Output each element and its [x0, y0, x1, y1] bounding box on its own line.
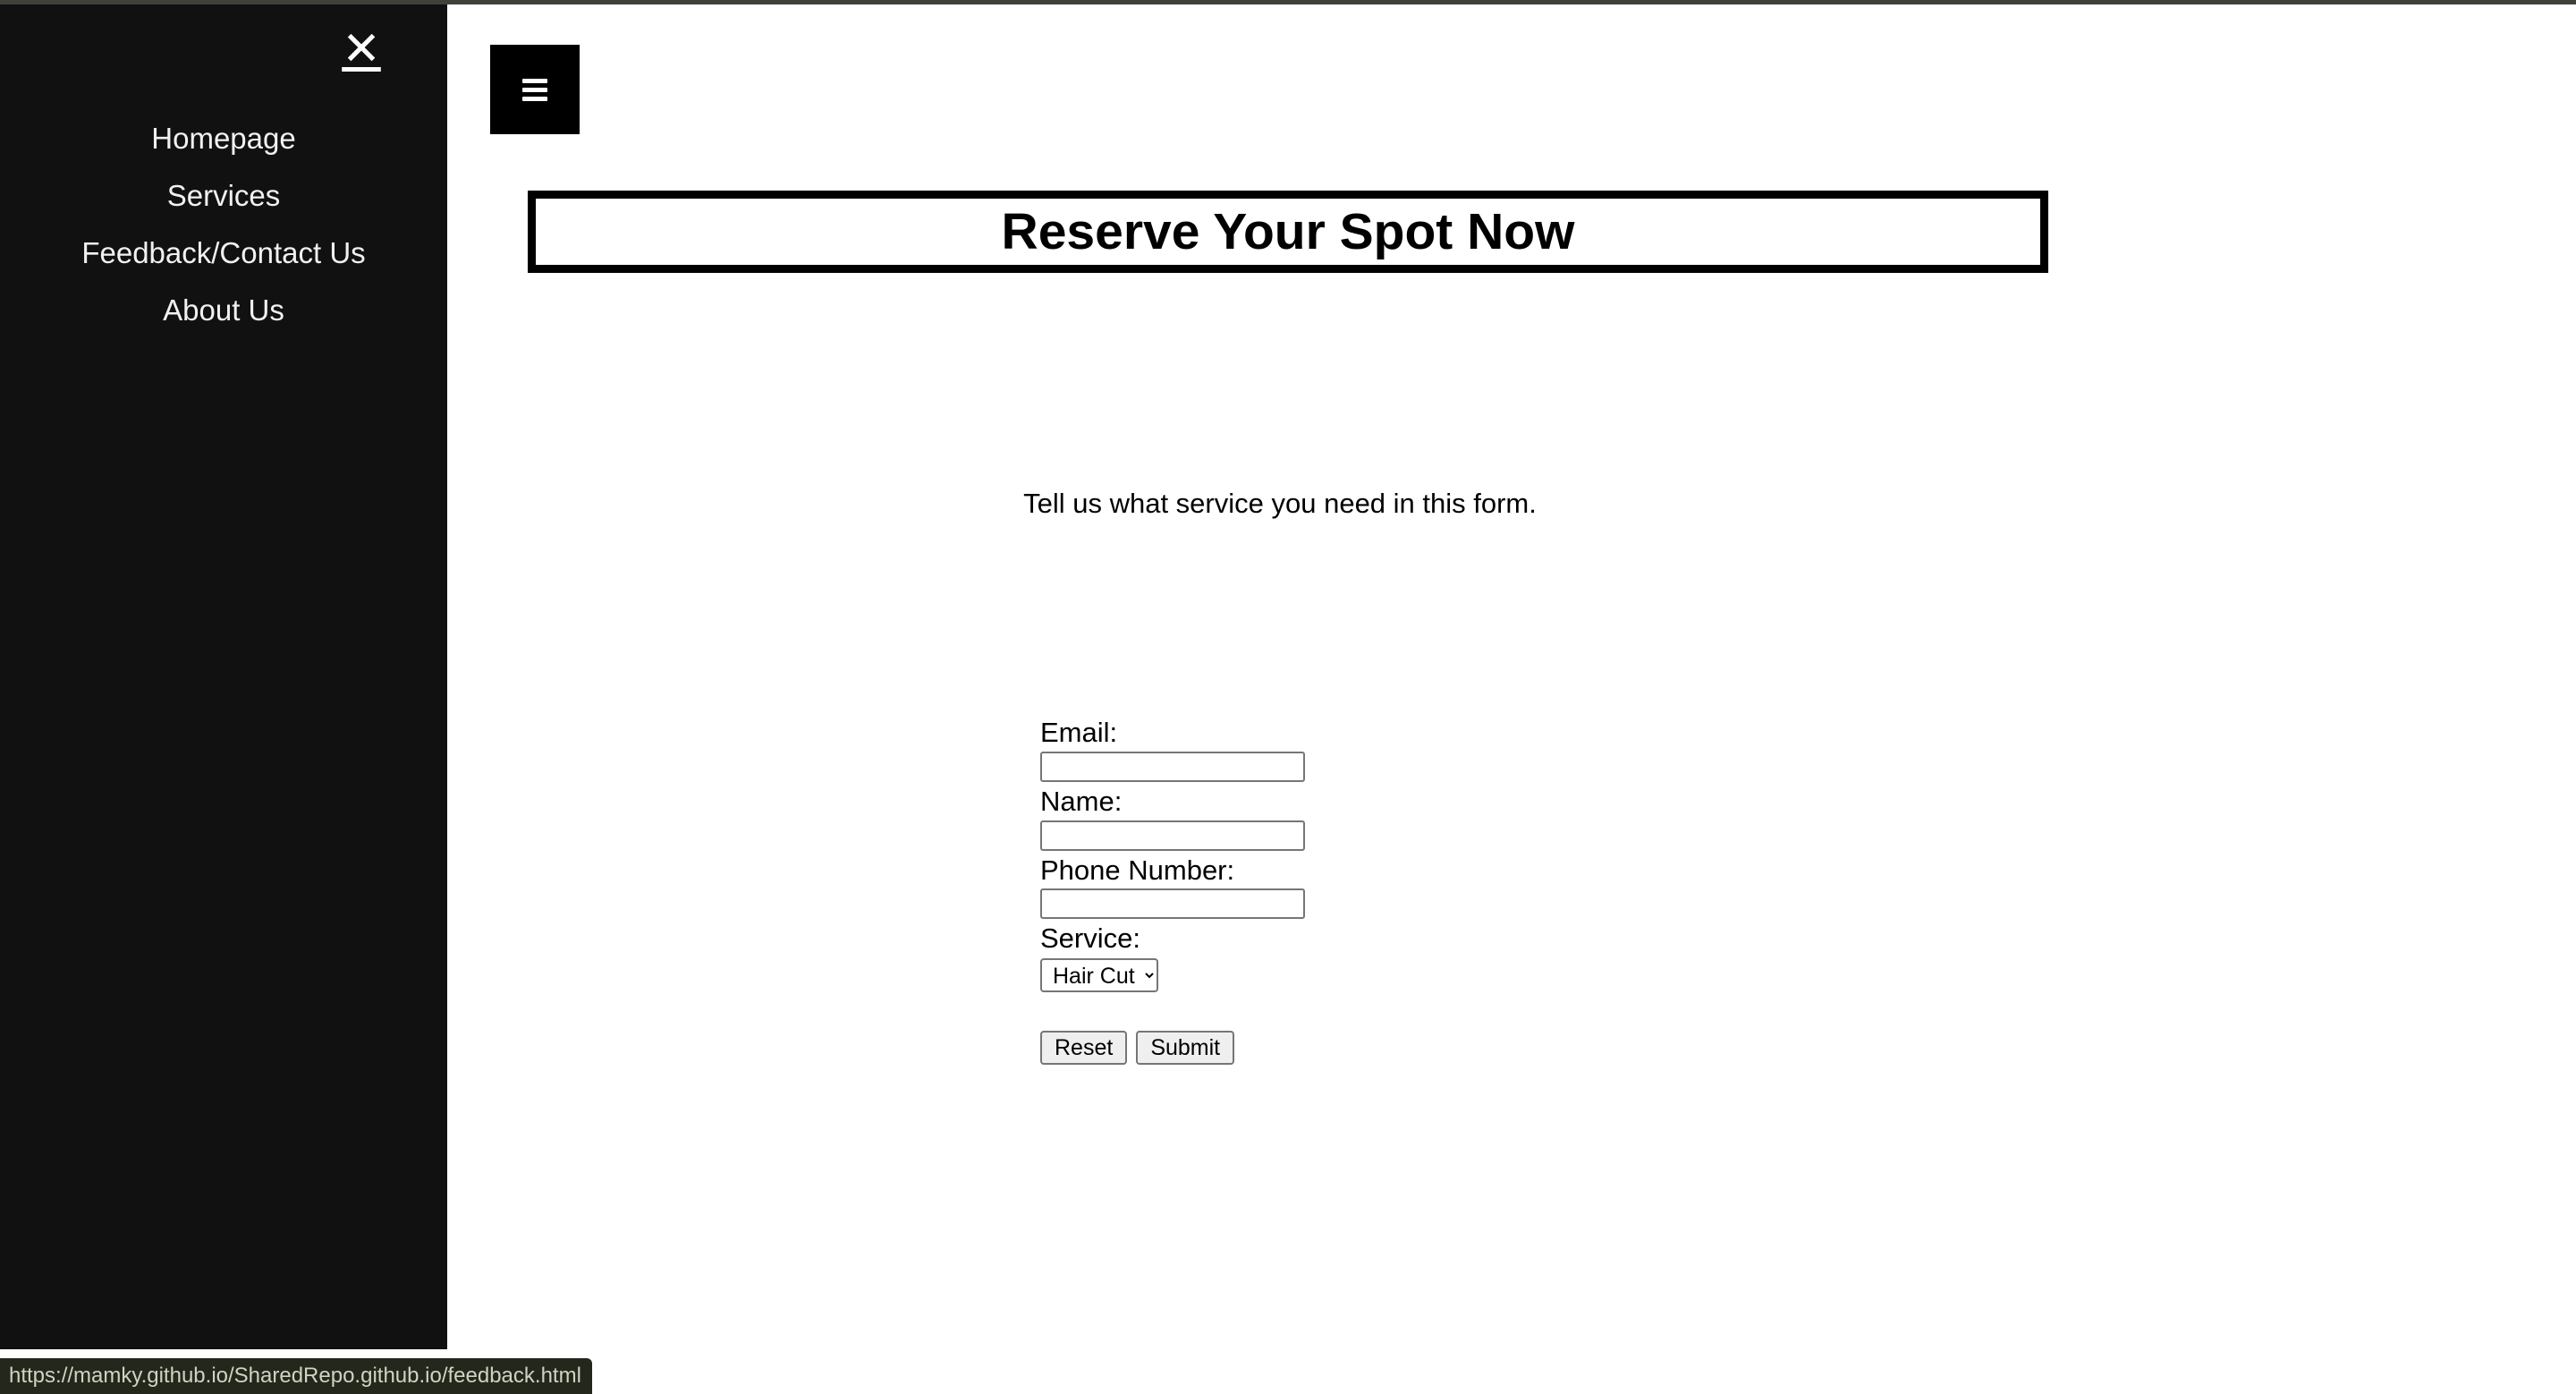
page-title: Reserve Your Spot Now [1001, 202, 1575, 260]
name-label: Name: [1040, 785, 1123, 817]
side-navigation-list: Homepage Services Feedback/Contact Us Ab… [0, 110, 447, 339]
email-label: Email: [1040, 717, 1118, 748]
phone-number-field[interactable] [1040, 888, 1305, 920]
service-select[interactable]: Hair Cut [1040, 958, 1158, 993]
email-field[interactable] [1040, 751, 1305, 782]
sidebar-item-feedback-contact-us[interactable]: Feedback/Contact Us [9, 225, 438, 282]
side-navigation-panel: ✕ Homepage Services Feedback/Contact Us … [0, 4, 447, 1349]
hamburger-menu-icon [522, 74, 547, 106]
sidebar-item-homepage[interactable]: Homepage [9, 110, 438, 167]
submit-button[interactable]: Submit [1136, 1031, 1235, 1066]
hamburger-menu-button[interactable] [490, 45, 580, 134]
service-label: Service: [1040, 922, 1140, 955]
phone-number-label: Phone Number: [1040, 854, 1235, 886]
sidebar-item-services[interactable]: Services [9, 167, 438, 225]
form-intro-text: Tell us what service you need in this fo… [1023, 488, 1537, 519]
page-title-box: Reserve Your Spot Now [528, 191, 2048, 273]
form-button-row: Reset Submit [1040, 1031, 1577, 1066]
main-content: Reserve Your Spot Now Tell us what servi… [447, 4, 2576, 1394]
sidebar-item-about-us[interactable]: About Us [9, 282, 438, 339]
reset-button[interactable]: Reset [1040, 1031, 1128, 1066]
browser-status-bar-url: https://mamky.github.io/SharedRepo.githu… [0, 1358, 592, 1394]
close-x-icon[interactable]: ✕ [336, 24, 386, 74]
name-field[interactable] [1040, 820, 1305, 851]
reservation-form: Email: Name: Phone Number: Service: Hair… [1040, 716, 1577, 1066]
browser-top-strip [0, 0, 2576, 4]
